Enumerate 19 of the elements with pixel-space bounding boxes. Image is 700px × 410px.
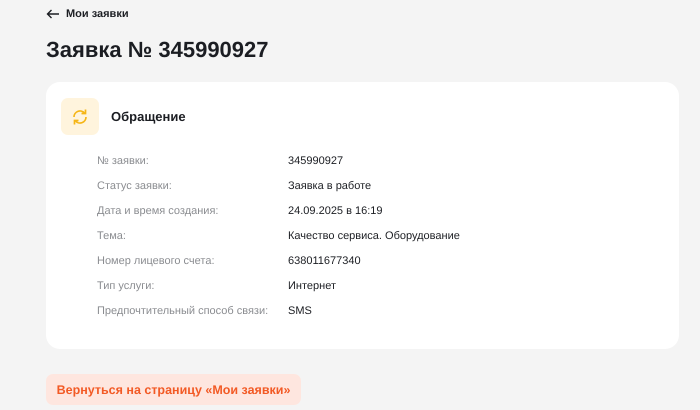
field-label: Номер лицевого счета: — [97, 254, 216, 269]
field-value: 24.09.2025 в 16:19 — [288, 204, 384, 219]
field-label: № заявки: — [97, 154, 150, 169]
field-value: Заявка в работе — [288, 179, 372, 194]
card-heading: Обращение — [111, 109, 186, 124]
field-value: 345990927 — [288, 154, 344, 169]
field-label: Статус заявки: — [97, 179, 173, 194]
field-value: Качество сервиса. Оборудование — [288, 229, 461, 244]
field-label: Тип услуги: — [97, 279, 156, 294]
page-title: Заявка № 345990927 — [46, 37, 270, 63]
field-value: 638011677340 — [288, 254, 362, 269]
field-value: SMS — [288, 304, 313, 319]
back-arrow-icon — [46, 9, 60, 19]
field-label: Предпочтительный способ связи: — [97, 304, 270, 319]
field-label: Дата и время создания: — [97, 204, 220, 219]
refresh-icon — [61, 98, 99, 135]
back-link[interactable]: Мои заявки — [46, 6, 129, 22]
field-label: Тема: — [97, 229, 127, 244]
field-value: Интернет — [288, 279, 337, 294]
